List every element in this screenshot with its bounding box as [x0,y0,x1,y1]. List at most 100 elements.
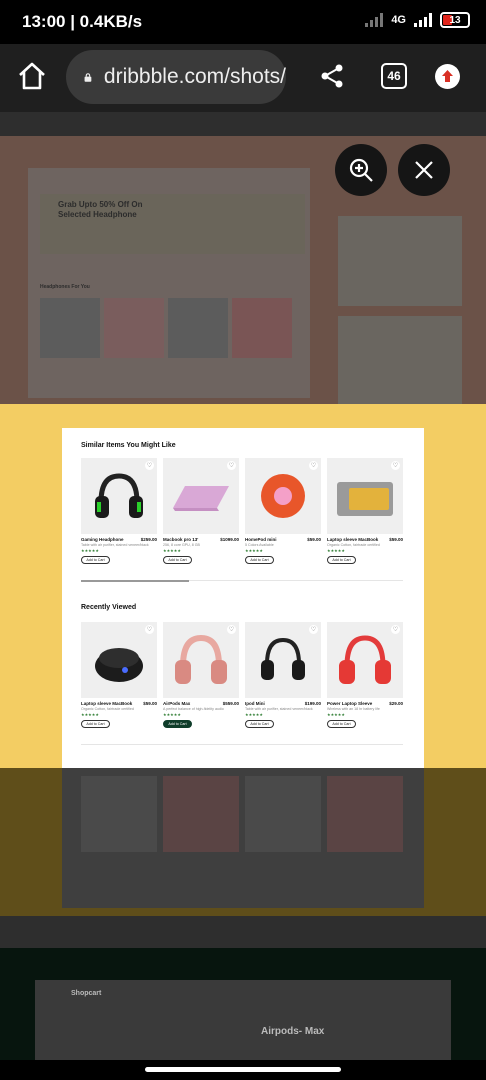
product-desc: 5 Colors Available [245,543,274,547]
next-shot-preview[interactable]: Shopcart Airpods- Max [0,948,486,1060]
add-to-cart-button[interactable]: Add to Cart [163,556,192,564]
status-time: 13:00 | 0.4KB/s [22,12,143,31]
product-name: Gaming Headphone [81,537,124,542]
lock-icon [84,72,92,82]
wishlist-heart-icon[interactable]: ♡ [391,625,400,634]
add-to-cart-button[interactable]: Add to Cart [163,720,192,728]
product-card[interactable]: ♡ HomePod mini $59.00 5 Colors Available … [245,458,321,564]
product-desc: Table with air purifier, stained veneer/… [81,543,149,547]
product-card[interactable]: ♡ Power Laptop Sleeve $29.00 Wireless wit… [327,622,403,728]
wishlist-heart-icon[interactable]: ♡ [309,625,318,634]
product-desc: A perfect balance of high-fidelity audio [163,707,224,711]
add-to-cart-button[interactable]: Add to Cart [327,720,356,728]
rating-stars: ★★★★★ [81,712,99,717]
zoom-button[interactable] [335,144,387,196]
tab-switcher-button[interactable]: 46 [381,63,407,89]
divider [81,744,403,745]
home-button[interactable] [16,60,48,92]
battery-icon: 13 [440,12,470,28]
recent-section-title: Recently Viewed [81,604,137,611]
product-card[interactable]: ♡ Ipod Mini $199.00 Table with air purifi… [245,622,321,728]
browser-toolbar: dribbble.com/shots/ 46 [0,44,486,112]
product-image: ♡ [327,458,403,534]
product-name: HomePod mini [245,537,277,542]
network-type: 4G [391,14,406,26]
dim-section-title: Headphones For You [40,284,90,290]
dim-side-preview-1 [338,216,462,306]
wishlist-heart-icon[interactable]: ♡ [309,461,318,470]
product-card[interactable]: ♡ Macbook pro 13' $1099.00 256, 8 core GP… [163,458,239,564]
wishlist-heart-icon[interactable]: ♡ [227,625,236,634]
headphone-icon [339,635,391,684]
update-button[interactable] [435,64,460,89]
carousel-scrollbar[interactable] [81,579,403,582]
product-image: ♡ [163,622,239,698]
rating-stars: ★★★★★ [81,548,99,553]
product-card[interactable]: ♡ AirPods Max $559.00 A perfect balance o… [163,622,239,728]
product-image: ♡ [245,622,321,698]
product-name: Laptop sleeve MacBook [327,537,379,542]
page-content[interactable]: Grab Upto 50% Off On Selected Headphone … [0,112,486,1060]
dim-product-title: Airpods- Max [261,1026,325,1037]
product-desc: Wireless with an 18 hr battery life [327,707,380,711]
close-button[interactable] [398,144,450,196]
add-to-cart-button[interactable]: Add to Cart [245,556,274,564]
product-image: ♡ [81,458,157,534]
add-to-cart-button[interactable]: Add to Cart [245,720,274,728]
product-name: Laptop sleeve MacBook [81,701,133,706]
similar-section-title: Similar Items You Might Like [81,442,176,449]
product-card[interactable]: ♡ Gaming Headphone $259.00 Table with air… [81,458,157,564]
status-icons: 4G 13 [365,12,470,28]
gesture-bar [0,1060,486,1080]
wishlist-heart-icon[interactable]: ♡ [145,625,154,634]
url-text: dribbble.com/shots/ [103,65,286,88]
address-bar[interactable]: dribbble.com/shots/ [66,50,286,104]
product-image: ♡ [327,622,403,698]
wishlist-heart-icon[interactable]: ♡ [145,461,154,470]
product-price: $59.00 [143,701,157,706]
battery-level: 13 [449,14,461,26]
product-desc: Table with air purifier, stained veneer/… [245,707,313,711]
product-name: AirPods Max [163,701,191,706]
product-name: Power Laptop Sleeve [327,701,373,706]
signal-icon-sim2 [414,13,432,27]
product-price: $559.00 [222,701,239,706]
home-indicator[interactable] [145,1067,341,1072]
shot-preview[interactable]: Similar Items You Might Like ♡ Gaming He… [62,428,424,768]
rating-stars: ★★★★★ [327,712,345,717]
product-desc: Organic Cotton, fairtrade certified [81,707,134,711]
headphone-icon [95,473,143,518]
add-to-cart-button[interactable]: Add to Cart [81,720,110,728]
product-name: Macbook pro 13' [163,537,199,542]
share-button[interactable] [318,62,346,90]
rating-stars: ★★★★★ [163,548,181,553]
product-image: ♡ [81,622,157,698]
product-image: ♡ [245,458,321,534]
product-card[interactable]: ♡ Laptop sleeve MacBook $59.00 Organic Co… [327,458,403,564]
product-card[interactable]: ♡ Laptop sleeve MacBook $59.00 Organic Co… [81,622,157,728]
zoom-in-icon [349,158,373,182]
rating-stars: ★★★★★ [327,548,345,553]
product-desc: Organic Cotton, fairtrade certified [327,543,380,547]
rating-stars: ★★★★★ [245,548,263,553]
share-icon [321,64,343,88]
product-price: $59.00 [307,537,321,542]
product-name: Ipod Mini [245,701,265,706]
rating-stars: ★★★★★ [245,712,263,717]
wishlist-heart-icon[interactable]: ♡ [391,461,400,470]
dim-brand: Shopcart [71,990,102,997]
headphone-icon [261,637,305,680]
laptop-sleeve-icon [337,482,393,516]
product-price: $259.00 [140,537,157,542]
wishlist-heart-icon[interactable]: ♡ [227,461,236,470]
arrow-up-icon [442,70,453,82]
dim-side-preview-2 [338,316,462,406]
home-icon [19,62,45,90]
status-bar: 13:00 | 0.4KB/s 4G 13 [0,0,486,44]
add-to-cart-button[interactable]: Add to Cart [327,556,356,564]
signal-icon-sim1 [365,13,384,27]
product-price: $1099.00 [220,537,239,542]
dim-promo-text: Grab Upto 50% Off On Selected Headphone [58,200,143,220]
add-to-cart-button[interactable]: Add to Cart [81,556,110,564]
speaker-icon [261,474,305,518]
